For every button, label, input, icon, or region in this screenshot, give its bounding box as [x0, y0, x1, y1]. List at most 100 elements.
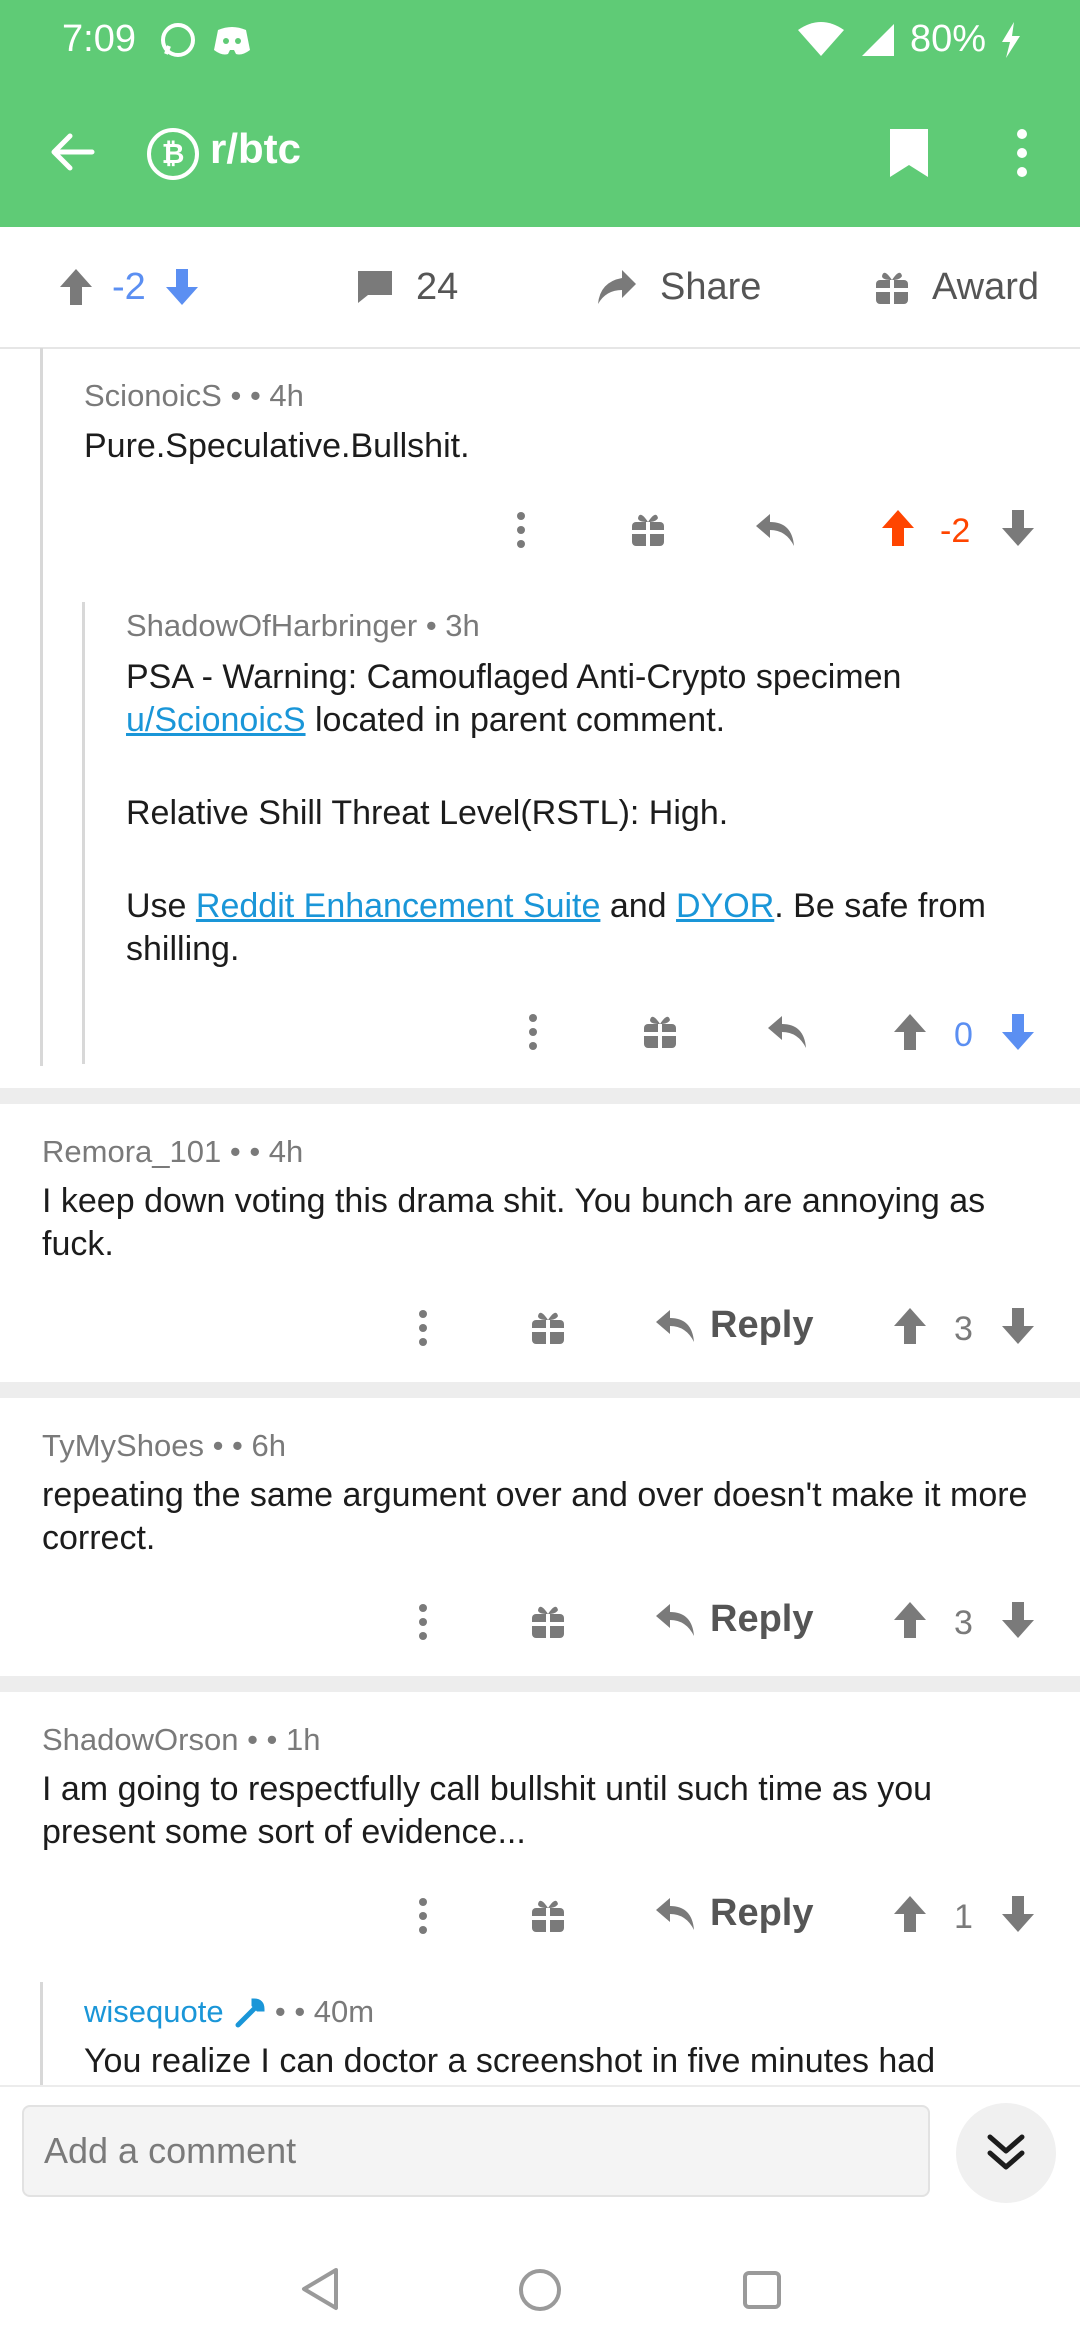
comments-count-button[interactable]: 24	[356, 227, 458, 347]
post-action-row: -2 24 Share Award	[0, 227, 1080, 349]
wifi-icon	[797, 21, 844, 56]
comment-paragraph: PSA - Warning: Camouflaged Anti-Crypto s…	[126, 658, 902, 739]
reply-label: Reply	[710, 1598, 814, 1640]
comment-body: I keep down voting this drama shit. You …	[42, 1182, 986, 1263]
comment-score: 3	[954, 1604, 973, 1642]
back-arrow-icon[interactable]	[48, 128, 96, 181]
svg-text:₿: ₿	[162, 137, 185, 170]
gift-icon[interactable]	[530, 1308, 566, 1351]
add-comment-input[interactable]: Add a comment	[22, 2105, 930, 2197]
reply-icon	[656, 1897, 694, 1930]
upvote-icon[interactable]	[892, 1600, 928, 1645]
thread-line	[40, 348, 43, 1066]
comment-body: repeating the same argument over and ove…	[42, 1476, 1028, 1557]
comment-author[interactable]: ShadowOrson	[42, 1722, 238, 1757]
gift-icon[interactable]	[630, 510, 666, 553]
more-options-icon[interactable]	[414, 1896, 432, 1941]
thread-line	[40, 1982, 43, 2086]
gift-icon[interactable]	[530, 1896, 566, 1939]
comment-time: • 40m	[294, 1994, 375, 2029]
comment-score: 1	[954, 1898, 973, 1936]
comment-time: • 4h	[249, 378, 304, 413]
comment-icon	[358, 271, 392, 303]
comment-score: 3	[954, 1310, 973, 1348]
comment-paragraph: Relative Shill Threat Level(RSTL): High.	[126, 794, 729, 832]
comment-author[interactable]: wisequote	[84, 1994, 224, 2029]
reply-label: Reply	[710, 1304, 814, 1346]
charging-icon	[1002, 21, 1020, 58]
reply-icon[interactable]	[766, 1014, 808, 1055]
back-nav-icon[interactable]	[300, 2266, 340, 2317]
comment-body: You realize I can doctor a screenshot in…	[84, 2042, 936, 2080]
reply-button[interactable]: Reply	[654, 1598, 813, 1641]
reply-icon	[656, 1309, 694, 1342]
moderator-wrench-icon	[235, 1998, 265, 2028]
scroll-down-button[interactable]	[956, 2103, 1056, 2203]
post-score: -2	[112, 265, 146, 308]
comment-body: PSA - Warning: Camouflaged Anti-Crypto s…	[126, 656, 1026, 971]
res-link[interactable]: Reddit Enhancement Suite	[196, 887, 600, 925]
comment-time: • 6h	[232, 1428, 286, 1463]
comment-paragraph: Use Reddit Enhancement Suite and DYOR. B…	[126, 887, 986, 968]
downvote-icon[interactable]	[1000, 1306, 1036, 1351]
reply-button[interactable]: Reply	[654, 1892, 813, 1935]
comment-score: -2	[940, 512, 971, 550]
comments-count: 24	[416, 265, 459, 308]
comment-composer: Add a comment	[0, 2085, 1080, 2242]
comment-meta: Remora_101 • • 4h	[42, 1134, 304, 1169]
comment-separator	[0, 1676, 1080, 1692]
comment-author[interactable]: ShadowOfHarbringer	[126, 608, 417, 643]
comment-body: I am going to respectfully call bullshit…	[42, 1770, 933, 1851]
downvote-icon[interactable]	[1000, 508, 1036, 553]
app-header: 7:09 80% ₿ r/btc	[0, 0, 1080, 227]
upvote-icon[interactable]	[892, 1012, 928, 1057]
share-icon	[598, 270, 636, 304]
downvote-icon[interactable]	[164, 267, 200, 307]
award-button[interactable]: Award	[874, 227, 1039, 347]
comment-author[interactable]: Remora_101	[42, 1134, 221, 1169]
share-button[interactable]: Share	[596, 227, 761, 347]
comment-time: • 4h	[249, 1134, 304, 1169]
reply-button[interactable]: Reply	[654, 1304, 813, 1347]
comment-author[interactable]: ScionoicS	[84, 378, 222, 413]
whatsapp-icon	[158, 20, 198, 65]
comment-time: • 3h	[417, 608, 480, 643]
overflow-menu-icon[interactable]	[1012, 128, 1032, 183]
subreddit-title[interactable]: r/btc	[210, 125, 301, 173]
home-nav-icon[interactable]	[518, 2268, 562, 2317]
share-label: Share	[660, 265, 762, 308]
recents-nav-icon[interactable]	[742, 2270, 782, 2315]
upvote-icon[interactable]	[880, 508, 916, 553]
status-time: 7:09	[62, 18, 136, 60]
upvote-icon[interactable]	[892, 1894, 928, 1939]
comment-author[interactable]: TyMyShoes	[42, 1428, 204, 1463]
gift-icon[interactable]	[530, 1602, 566, 1645]
comment-body: Pure.Speculative.Bullshit.	[84, 427, 470, 465]
reply-icon[interactable]	[754, 512, 796, 553]
double-chevron-down-icon	[987, 2134, 1025, 2170]
gift-icon	[876, 272, 908, 304]
comment-meta: ShadowOfHarbringer • 3h	[126, 608, 480, 644]
more-options-icon[interactable]	[512, 510, 530, 555]
discord-icon	[212, 24, 252, 63]
gift-icon[interactable]	[642, 1012, 678, 1055]
bookmark-icon[interactable]	[888, 127, 930, 184]
comment-separator	[0, 1382, 1080, 1398]
more-options-icon[interactable]	[414, 1308, 432, 1353]
downvote-icon[interactable]	[1000, 1012, 1036, 1057]
user-link[interactable]: u/ScionoicS	[126, 701, 306, 739]
award-label: Award	[932, 265, 1040, 308]
upvote-icon[interactable]	[58, 267, 94, 307]
more-options-icon[interactable]	[524, 1012, 542, 1057]
downvote-icon[interactable]	[1000, 1894, 1036, 1939]
upvote-icon[interactable]	[892, 1306, 928, 1351]
more-options-icon[interactable]	[414, 1602, 432, 1647]
comment-separator	[0, 1088, 1080, 1104]
reply-icon	[656, 1603, 694, 1636]
downvote-icon[interactable]	[1000, 1600, 1036, 1645]
status-right: 80%	[796, 18, 1022, 61]
comment-time: • 1h	[266, 1722, 321, 1757]
dyor-link[interactable]: DYOR	[676, 887, 774, 925]
comment-meta: wisequote • • 40m	[84, 1994, 375, 2029]
battery-level: 80%	[909, 18, 986, 60]
